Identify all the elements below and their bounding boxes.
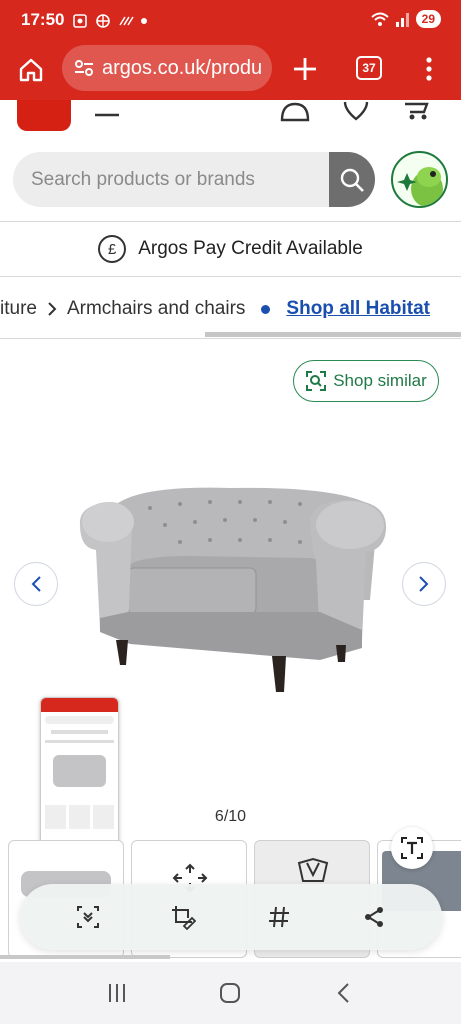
bullet-dot: [261, 304, 271, 314]
edit-screenshot-button[interactable]: [163, 897, 203, 937]
shop-similar-button[interactable]: Shop similar: [293, 360, 439, 402]
tab-switcher-button[interactable]: 37: [356, 56, 382, 80]
url-text: argos.co.uk/produ: [102, 56, 263, 79]
new-tab-icon[interactable]: [292, 56, 318, 82]
home-icon[interactable]: [18, 57, 44, 83]
search-input[interactable]: Search products or brands: [31, 169, 255, 191]
divider: [0, 276, 461, 277]
breadcrumb: iture Armchairs and chairs Shop all Habi…: [0, 290, 461, 328]
system-navigation-bar: [0, 962, 461, 1024]
credit-banner[interactable]: £ Argos Pay Credit Available: [0, 222, 461, 276]
shop-similar-label: Shop similar: [333, 371, 427, 390]
search-bar[interactable]: Search products or brands: [13, 152, 375, 207]
scroll-capture-button[interactable]: [68, 897, 108, 937]
chevron-left-icon: [31, 576, 41, 592]
address-bar[interactable]: argos.co.uk/produ: [62, 45, 272, 91]
notification-dot: [141, 18, 147, 24]
status-bar: 17:50 29: [0, 0, 461, 42]
menu-icon[interactable]: [94, 100, 120, 118]
divider: [0, 338, 461, 339]
page-scrollbar: [0, 955, 170, 959]
screenshot-icon: [73, 14, 87, 28]
ai-assistant-avatar[interactable]: [391, 151, 448, 208]
breadcrumb-item-armchairs[interactable]: Armchairs and chairs: [67, 298, 245, 320]
site-settings-icon[interactable]: [74, 58, 94, 78]
more-menu-icon[interactable]: [424, 56, 434, 82]
home-button-icon[interactable]: [219, 982, 241, 1004]
share-icon: [365, 907, 384, 927]
wifi-icon: [370, 12, 389, 26]
product-image-armchair: [79, 487, 387, 692]
dinosaur-mascot-icon: [397, 167, 443, 206]
chevron-right-icon: [48, 302, 57, 316]
notification-icons: [72, 11, 147, 31]
next-image-button[interactable]: [402, 562, 446, 606]
crop-edit-icon: [172, 906, 197, 930]
trolley-icon[interactable]: [402, 100, 432, 122]
image-counter: 6/10: [214, 808, 247, 825]
breadcrumb-scrollbar[interactable]: [205, 332, 461, 337]
scroll-capture-icon: [76, 906, 99, 928]
credit-banner-text: Argos Pay Credit Available: [138, 238, 363, 259]
wishlist-heart-icon[interactable]: [342, 100, 370, 122]
search-icon: [340, 168, 364, 192]
hashtag-icon: [268, 906, 289, 928]
back-icon[interactable]: [333, 982, 355, 1004]
extract-text-button[interactable]: [391, 827, 433, 869]
status-right: 29: [370, 10, 441, 28]
status-time: 17:50: [21, 10, 65, 29]
fan-icon: [96, 14, 110, 28]
shop-all-habitat-link[interactable]: Shop all Habitat: [286, 298, 430, 320]
pound-circle-icon: £: [98, 235, 127, 263]
hashtag-button[interactable]: [259, 897, 299, 937]
previous-image-button[interactable]: [14, 562, 58, 606]
argos-logo[interactable]: [17, 100, 71, 131]
text-scan-icon: [401, 837, 423, 859]
breadcrumb-item-furniture[interactable]: iture: [0, 298, 37, 320]
battery-indicator: 29: [415, 10, 441, 28]
share-button[interactable]: [354, 897, 394, 937]
browser-toolbar: argos.co.uk/produ 37: [0, 42, 461, 100]
visual-search-icon: [306, 371, 327, 391]
search-button[interactable]: [329, 152, 375, 207]
data-saver-icon: [119, 16, 134, 26]
screenshot-toolbar: [20, 884, 442, 950]
recent-apps-icon[interactable]: [106, 982, 128, 1004]
signal-icon: [395, 13, 409, 27]
ar-view-icon: [297, 857, 329, 882]
account-icon[interactable]: [280, 100, 310, 122]
chevron-right-icon: [419, 576, 429, 592]
